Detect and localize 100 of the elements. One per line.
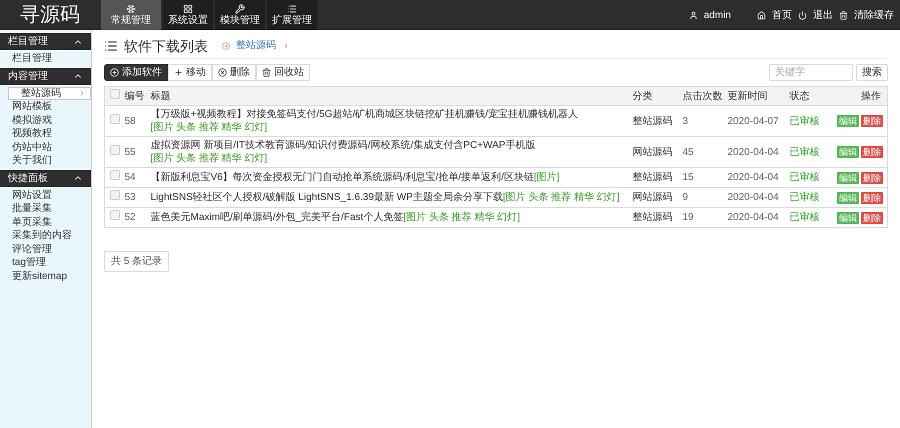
sidebar-item[interactable]: 栏目管理: [0, 52, 91, 66]
column-header: 更新时间: [728, 90, 768, 102]
sidebar-item[interactable]: 更新sitemap: [0, 270, 91, 283]
search-field[interactable]: 关键字: [769, 64, 853, 81]
sidebar-item[interactable]: 仿站中站: [0, 140, 91, 154]
toolbar-button[interactable]: 删除: [212, 64, 256, 81]
chevron-right-icon: [282, 42, 290, 50]
logo: 寻源码: [20, 5, 80, 25]
column-header: 操作: [861, 90, 881, 102]
table-cell: 2020-04-07: [728, 116, 779, 126]
title-link[interactable]: 【万级版+视频教程】对接免签码支付/5G超站/矿机商城区块链挖矿挂机赚钱/宠宝挂机赚钱机器人 [图片 头条 推荐 精华 幻灯]: [150, 108, 626, 134]
section-header[interactable]: 内容管理: [0, 68, 91, 84]
grid-icon: [183, 4, 193, 14]
title-link[interactable]: LightSNS轻社区个人授权/破解版 LightSNS_1.6.39最新 WP主题全局余分享下载[图片 头条 推荐 精华 幻灯]: [150, 191, 626, 204]
list-icon: [287, 4, 297, 14]
trash-icon: [839, 10, 848, 20]
nav-tab[interactable]: 系统设置: [163, 0, 213, 30]
row-checkbox[interactable]: [110, 190, 120, 200]
sidebar-item[interactable]: 单页采集: [0, 216, 91, 229]
user-icon: [688, 10, 698, 20]
table-cell: 3: [682, 116, 688, 126]
delete-button[interactable]: 删除: [861, 115, 883, 127]
status-text: 已审核: [790, 212, 820, 223]
table-cell: 52: [124, 212, 136, 223]
table-cell: 整站源码: [632, 212, 672, 223]
column-header: 点击次数: [682, 90, 722, 102]
table-cell: 55: [124, 146, 136, 158]
chevron-right-icon: [78, 89, 86, 98]
plus-circle-icon: [110, 68, 119, 77]
table-cell: 54: [124, 172, 136, 183]
home-icon: [757, 10, 766, 20]
trash-icon: [262, 68, 271, 77]
sidebar-item[interactable]: 网站模板: [0, 100, 91, 114]
table-cell: 45: [682, 146, 694, 158]
table-cell: 整站源码: [632, 116, 672, 126]
column-header: 标题: [150, 90, 170, 102]
row-checkbox[interactable]: [110, 170, 120, 180]
table-cell: 整站源码: [632, 172, 672, 183]
sidebar-item[interactable]: tag管理: [0, 256, 91, 270]
nav-tab[interactable]: 扩展管理: [267, 0, 317, 30]
row-checkbox[interactable]: [110, 210, 120, 220]
table-cell: 53: [124, 192, 136, 203]
section-title: 快捷面板: [8, 172, 48, 186]
header-link[interactable]: 清除缓存: [854, 8, 894, 22]
record-count: 共 5 条记录: [104, 251, 170, 272]
row-checkbox[interactable]: [110, 88, 120, 98]
sidebar-item[interactable]: 整站源码: [8, 86, 91, 100]
table-cell: 2020-04-04: [728, 192, 779, 203]
table-cell: 网站源码: [632, 146, 672, 158]
header-link[interactable]: 退出: [813, 8, 833, 22]
sidebar-item[interactable]: 模拟游戏: [0, 114, 91, 127]
header-link[interactable]: 首页: [772, 8, 792, 22]
title-link[interactable]: 蓝色美元Maxim吧/刷单源码/外包_完美平台/Fast个人免签[图片 头条 推荐 精华 幻灯]: [150, 211, 626, 224]
column-header: 状态: [790, 90, 810, 102]
status-text: 已审核: [790, 146, 820, 158]
sidebar-item[interactable]: 采集到的内容: [0, 229, 91, 242]
snowflake-icon: [126, 4, 136, 14]
status-text: 已审核: [790, 192, 820, 203]
section-header[interactable]: 栏目管理: [0, 33, 91, 50]
breadcrumb-link[interactable]: 整站源码: [236, 38, 276, 53]
delete-button[interactable]: 删除: [861, 146, 883, 158]
sidebar-item[interactable]: 批量采集: [0, 202, 91, 216]
nav-tab[interactable]: 常规管理: [101, 0, 161, 30]
wrench-icon: [235, 4, 245, 14]
toolbar-button[interactable]: 添加软件: [104, 64, 168, 81]
delete-button[interactable]: 删除: [861, 192, 883, 204]
column-header: 分类: [632, 90, 652, 102]
remove-icon: [218, 68, 227, 77]
row-checkbox[interactable]: [110, 144, 120, 154]
list-icon: [104, 38, 118, 52]
search-button[interactable]: 搜索: [856, 64, 888, 81]
sidebar-item[interactable]: 关于我们: [0, 154, 91, 168]
table-cell: 58: [124, 116, 136, 126]
arrow-circle-icon: [222, 42, 230, 50]
title-link[interactable]: 【新版利息宝V6】每次资金授权无门门自动抢单系统源码/利息宝/抢单/接单返利/区块链[图片]: [150, 171, 626, 184]
toolbar-button[interactable]: 回收站: [256, 64, 310, 81]
table-cell: 2020-04-04: [728, 172, 779, 183]
delete-button[interactable]: 删除: [861, 212, 883, 224]
plus-icon: [174, 68, 183, 77]
user-name: admin: [704, 8, 731, 22]
table-cell: 9: [682, 192, 688, 203]
toolbar-button[interactable]: 移动: [168, 64, 212, 81]
section-header[interactable]: 快捷面板: [0, 170, 91, 186]
power-icon: [798, 10, 807, 20]
sidebar-item[interactable]: 网站设置: [0, 188, 91, 202]
table-cell: 2020-04-04: [728, 212, 779, 223]
table-cell: 2020-04-04: [728, 146, 779, 158]
title-link[interactable]: 虚拟资源网 新项目/IT技术教育源码/知识付费源码/网校系统/集成支付含PC+WAP手机版 [图片 头条 推荐 精华 幻灯]: [150, 139, 626, 165]
status-text: 已审核: [790, 116, 820, 126]
delete-button[interactable]: 删除: [861, 172, 883, 184]
table-cell: 15: [682, 172, 694, 183]
row-checkbox[interactable]: [110, 114, 120, 124]
nav-tab[interactable]: 模块管理: [215, 0, 265, 30]
column-header: 编号: [124, 90, 144, 102]
section-title: 栏目管理: [8, 34, 48, 49]
table-cell: 19: [682, 212, 694, 223]
status-text: 已审核: [790, 172, 820, 183]
sidebar-item[interactable]: 视频教程: [0, 127, 91, 140]
table-cell: 网站源码: [632, 192, 672, 203]
sidebar-item[interactable]: 评论管理: [0, 242, 91, 256]
